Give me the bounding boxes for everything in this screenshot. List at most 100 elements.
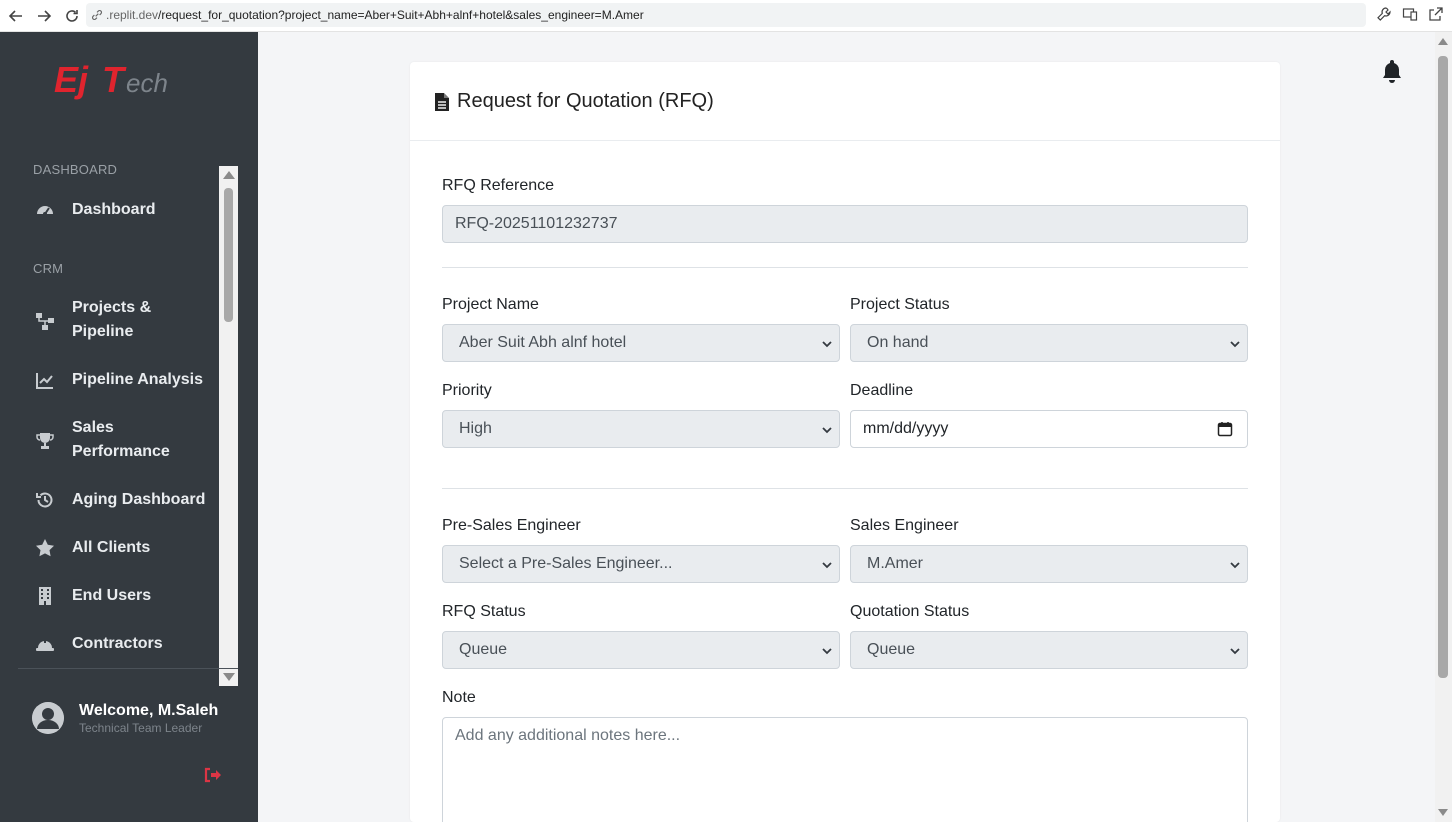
sidebar-item-label: Pipeline Analysis [72,371,204,388]
scrollbar-thumb[interactable] [1438,56,1448,678]
sitemap-icon [34,310,56,332]
sidebar-item-label: Aging Dashboard [72,491,206,508]
link-icon [90,8,104,22]
chevron-down-icon [821,423,833,435]
sidebar-item-all-clients[interactable]: All Clients [0,536,220,560]
sidebar-item-pipeline-analysis[interactable]: Pipeline Analysis [0,368,220,392]
trophy-icon [34,430,56,452]
sidebar-item-dashboard[interactable]: Dashboard [0,198,220,222]
user-welcome: Welcome, M.Saleh [79,702,219,719]
quotation-status-select[interactable]: Queue [850,631,1248,669]
divider [442,488,1248,489]
url-path: /request_for_quotation?project_name=Aber… [158,8,644,22]
svg-text:ech: ech [126,68,168,98]
project-name-label: Project Name [442,296,539,313]
chart-line-icon [34,369,56,391]
sidebar-item-label: Sales Performance [72,419,170,460]
note-textarea[interactable]: Add any additional notes here... [442,717,1248,822]
page-scrollbar[interactable] [1435,32,1452,822]
logout-icon[interactable] [203,765,223,785]
rfq-status-label: RFQ Status [442,603,526,620]
sidebar-item-label: Dashboard [72,201,156,218]
hard-hat-icon [34,633,56,654]
pre-sales-engineer-label: Pre-Sales Engineer [442,517,581,534]
sidebar-item-sales-performance[interactable]: Sales Performance [0,416,220,464]
priority-label: Priority [442,382,492,399]
star-icon [34,537,56,559]
wrench-icon[interactable] [1376,6,1392,27]
chevron-down-icon [821,337,833,349]
project-status-select[interactable]: On hand [850,324,1248,362]
scroll-down-icon[interactable] [1438,809,1448,816]
sidebar-item-aging-dashboard[interactable]: Aging Dashboard [0,488,220,512]
note-label: Note [442,689,476,706]
rfq-status-value: Queue [459,641,508,658]
svg-text:T: T [102,59,127,100]
avatar [32,702,64,734]
note-placeholder: Add any additional notes here... [455,727,681,744]
card-header: Request for Quotation (RFQ) [410,62,1280,141]
chevron-down-icon [1229,337,1241,349]
sidebar-item-label: Projects & Pipeline [72,299,152,340]
sidebar-item-end-users[interactable]: End Users [0,584,220,608]
sidebar-item-contractors[interactable]: Contractors [0,632,220,654]
chevron-down-icon [1229,644,1241,656]
priority-value: High [459,420,492,437]
sidebar-divider [18,668,238,669]
rfq-reference-field: RFQ-20251101232737 [442,205,1248,243]
sales-engineer-label: Sales Engineer [850,517,959,534]
rfq-card: Request for Quotation (RFQ) RFQ Referenc… [410,62,1280,822]
user-role: Technical Team Leader [79,721,203,735]
section-label-crm: CRM [33,261,64,276]
deadline-label: Deadline [850,382,914,399]
project-status-value: On hand [867,334,929,351]
project-status-label: Project Status [850,296,950,313]
sidebar: Ej T ech DASHBOARD Dashboard CRM Project… [0,32,258,822]
sidebar-item-label: End Users [72,587,152,604]
bell-icon[interactable] [1380,58,1404,84]
pre-sales-engineer-value: Select a Pre-Sales Engineer... [459,555,673,572]
browser-toolbar: .replit.dev/request_for_quotation?projec… [0,0,1452,32]
calendar-icon[interactable] [1217,421,1233,437]
chevron-down-icon [821,558,833,570]
scroll-up-icon[interactable] [1438,38,1448,45]
open-external-icon[interactable] [1428,6,1444,27]
deadline-placeholder: mm/dd/yyyy [863,420,949,437]
sales-engineer-value: M.Amer [867,555,923,572]
sidebar-nav: DASHBOARD Dashboard CRM Projects & Pipel… [0,134,220,654]
deadline-input[interactable]: mm/dd/yyyy [850,410,1248,448]
chevron-down-icon [821,644,833,656]
sidebar-scrollbar[interactable] [219,166,238,686]
scrollbar-thumb[interactable] [224,188,233,322]
url-host: .replit.dev [106,8,159,22]
building-icon [34,585,56,607]
chevron-down-icon [1229,558,1241,570]
rfq-reference-label: RFQ Reference [442,177,555,194]
gauge-icon [34,199,56,221]
section-label-dashboard: DASHBOARD [33,162,118,177]
priority-select[interactable]: High [442,410,840,448]
svg-text:Ej: Ej [54,59,89,100]
reload-icon[interactable] [60,4,84,28]
page-title: Request for Quotation (RFQ) [457,90,714,112]
quotation-status-value: Queue [867,641,916,658]
sales-engineer-select[interactable]: M.Amer [850,545,1248,583]
pre-sales-engineer-select[interactable]: Select a Pre-Sales Engineer... [442,545,840,583]
project-name-value: Aber Suit Abh alnf hotel [459,334,627,351]
project-name-select[interactable]: Aber Suit Abh alnf hotel [442,324,840,362]
sidebar-item-label: All Clients [72,539,151,556]
scroll-up-icon[interactable] [223,171,235,179]
sidebar-item-label: Contractors [72,635,163,652]
divider [442,267,1248,268]
forward-icon[interactable] [32,4,56,28]
file-icon [434,92,450,112]
scroll-down-icon[interactable] [223,673,235,681]
sidebar-item-projects-pipeline[interactable]: Projects & Pipeline [0,296,220,344]
history-icon [34,489,56,511]
brand-logo[interactable]: Ej T ech [52,58,212,104]
address-bar[interactable]: .replit.dev/request_for_quotation?projec… [86,3,1366,27]
devices-icon[interactable] [1402,6,1418,27]
quotation-status-label: Quotation Status [850,603,970,620]
rfq-status-select[interactable]: Queue [442,631,840,669]
back-icon[interactable] [4,4,28,28]
